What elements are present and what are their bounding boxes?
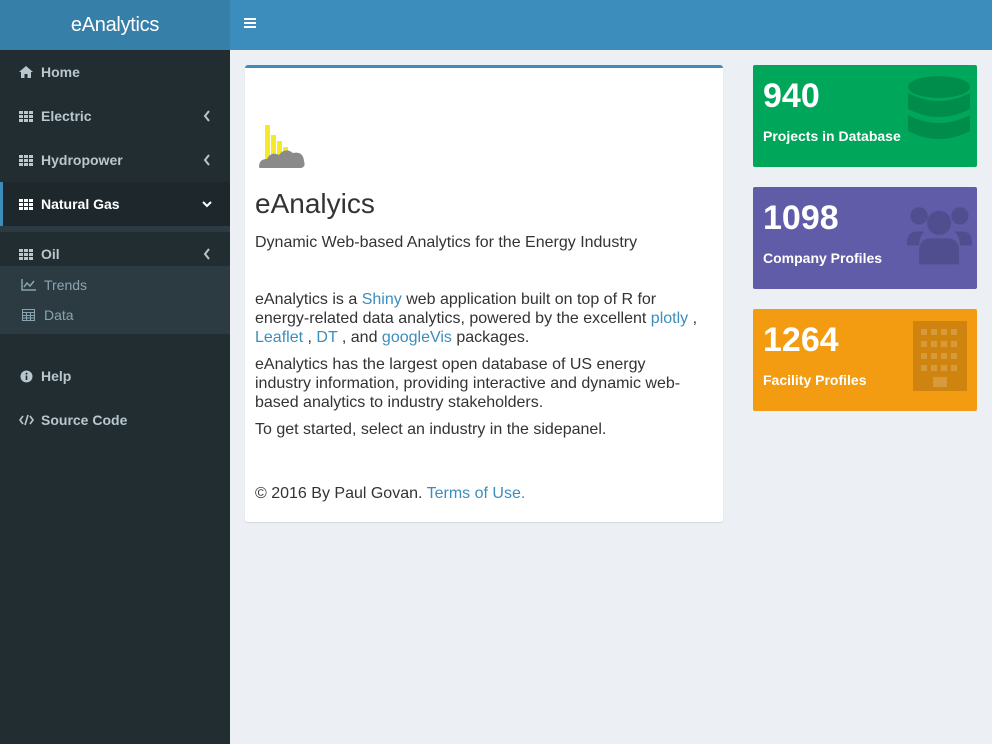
submenu-item-data[interactable]: Data [0, 300, 230, 330]
app-logo-text: eAnalytics [70, 13, 160, 36]
table-icon [20, 308, 36, 322]
companies-value-box: 1098 Company Profiles [753, 187, 977, 289]
value-number: 1264 [763, 321, 839, 359]
eanalytics-logo-icon [259, 125, 305, 168]
chevron-left-icon [203, 154, 210, 166]
getting-started-paragraph: To get started, select an industry in th… [255, 421, 607, 438]
leaflet-link[interactable]: Leaflet [255, 329, 303, 346]
info-icon [18, 369, 34, 383]
sidebar-item-label: Natural Gas [41, 196, 120, 212]
home-icon [18, 65, 34, 79]
sidebar-item-natural-gas[interactable]: Natural Gas [0, 182, 230, 226]
copyright-text: © 2016 By Paul Govan. [255, 485, 427, 502]
building-icon [913, 321, 967, 391]
value-label: Projects in Database [763, 128, 901, 144]
value-number: 940 [763, 77, 820, 115]
box-body: eAnalytics is a Shiny web application bu… [255, 290, 705, 447]
line-chart-icon [20, 278, 36, 292]
plotly-link[interactable]: plotly [651, 310, 688, 327]
chevron-down-icon [202, 201, 212, 208]
sidebar: Home Electric Hydropower Natural Gas Oil… [0, 50, 230, 744]
chevron-left-icon [203, 248, 210, 260]
submenu-item-label: Data [44, 307, 74, 323]
sidebar-item-electric[interactable]: Electric [0, 94, 230, 138]
submenu-item-label: Trends [44, 277, 88, 293]
grid-icon [18, 247, 34, 261]
value-label: Company Profiles [763, 250, 883, 266]
dt-link[interactable]: DT [316, 329, 337, 346]
oil-submenu: Trends Data [0, 266, 230, 334]
sidebar-item-label: Help [41, 368, 72, 384]
sidebar-item-label: Electric [41, 108, 92, 124]
sidebar-item-home[interactable]: Home [0, 50, 230, 94]
box-title: eAnalyics [255, 188, 375, 219]
top-navbar [230, 0, 992, 50]
grid-icon [18, 153, 34, 167]
intro-paragraph: eAnalytics is a Shiny web application bu… [255, 291, 698, 346]
sidebar-item-hydropower[interactable]: Hydropower [0, 138, 230, 182]
users-icon [907, 207, 972, 265]
sidebar-item-label: Home [41, 64, 80, 80]
facilities-value-box: 1264 Facility Profiles [753, 309, 977, 411]
chevron-left-icon [203, 110, 210, 122]
box-subtitle: Dynamic Web-based Analytics for the Ener… [255, 234, 638, 251]
sidebar-item-oil[interactable]: Oil [0, 232, 230, 276]
database-paragraph: eAnalytics has the largest open database… [255, 356, 681, 411]
grid-icon [18, 109, 34, 123]
projects-value-box: 940 Projects in Database [753, 65, 977, 167]
value-label: Facility Profiles [763, 372, 867, 388]
sidebar-toggle-icon[interactable] [244, 15, 260, 33]
terms-link[interactable]: Terms of Use. [427, 485, 526, 502]
grid-icon [18, 197, 34, 211]
welcome-box: eAnalyics Dynamic Web-based Analytics fo… [245, 65, 723, 522]
shiny-link[interactable]: Shiny [362, 291, 402, 308]
sidebar-item-help[interactable]: Help [0, 354, 230, 398]
value-number: 1098 [763, 199, 839, 237]
sidebar-item-label: Source Code [41, 412, 128, 428]
code-icon [18, 413, 34, 427]
googlevis-link[interactable]: googleVis [382, 329, 452, 346]
database-icon [908, 76, 970, 139]
sidebar-item-label: Hydropower [41, 152, 123, 168]
box-footer: © 2016 By Paul Govan. Terms of Use. [255, 485, 525, 503]
sidebar-item-source-code[interactable]: Source Code [0, 398, 230, 442]
app-logo[interactable]: eAnalytics [0, 0, 230, 50]
sidebar-item-label: Oil [41, 246, 60, 262]
